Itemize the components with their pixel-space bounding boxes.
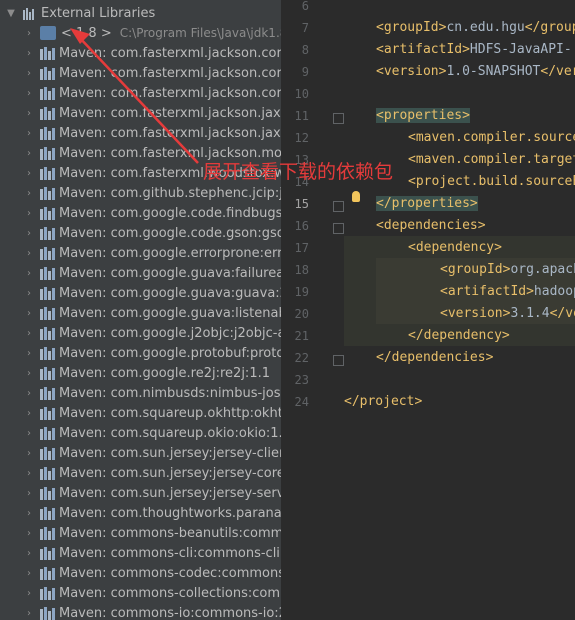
arrow-line bbox=[77, 35, 199, 164]
annotation-text: 展开查看下载的依赖包 bbox=[203, 161, 394, 183]
annotation-arrow bbox=[70, 28, 199, 164]
arrow-head bbox=[70, 28, 90, 44]
